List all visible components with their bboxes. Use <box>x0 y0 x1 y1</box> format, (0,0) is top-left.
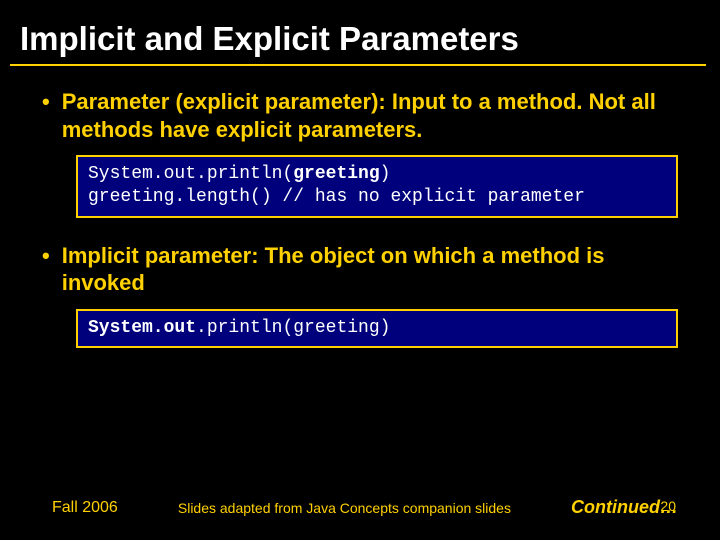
code1-line1-c: ) <box>380 164 391 184</box>
slide-content: • Parameter (explicit parameter): Input … <box>0 88 720 348</box>
code2-line1-a: System.out <box>88 318 196 338</box>
footer: Fall 2006 Slides adapted from Java Conce… <box>0 497 720 518</box>
code1-line2: greeting.length() // has no explicit par… <box>88 187 585 207</box>
code-box-2: System.out.println(greeting) <box>76 309 678 348</box>
bullet-dot-icon: • <box>42 88 50 116</box>
code-box-1: System.out.println(greeting) greeting.le… <box>76 155 678 218</box>
slide: Implicit and Explicit Parameters • Param… <box>0 0 720 540</box>
footer-center: Slides adapted from Java Concepts compan… <box>118 500 571 516</box>
code1-line1-b: greeting <box>293 164 379 184</box>
bullet-2-text: Implicit parameter: The object on which … <box>62 242 678 297</box>
code2-line1-b: .println(greeting) <box>196 318 390 338</box>
bullet-dot-icon: • <box>42 242 50 270</box>
page-number: 20 <box>660 498 676 514</box>
footer-left: Fall 2006 <box>52 499 118 517</box>
code1-line1-a: System.out.println( <box>88 164 293 184</box>
bullet-2: • Implicit parameter: The object on whic… <box>48 242 678 297</box>
bullet-1-text: Parameter (explicit parameter): Input to… <box>62 88 678 143</box>
slide-title: Implicit and Explicit Parameters <box>10 20 706 66</box>
bullet-1: • Parameter (explicit parameter): Input … <box>48 88 678 143</box>
